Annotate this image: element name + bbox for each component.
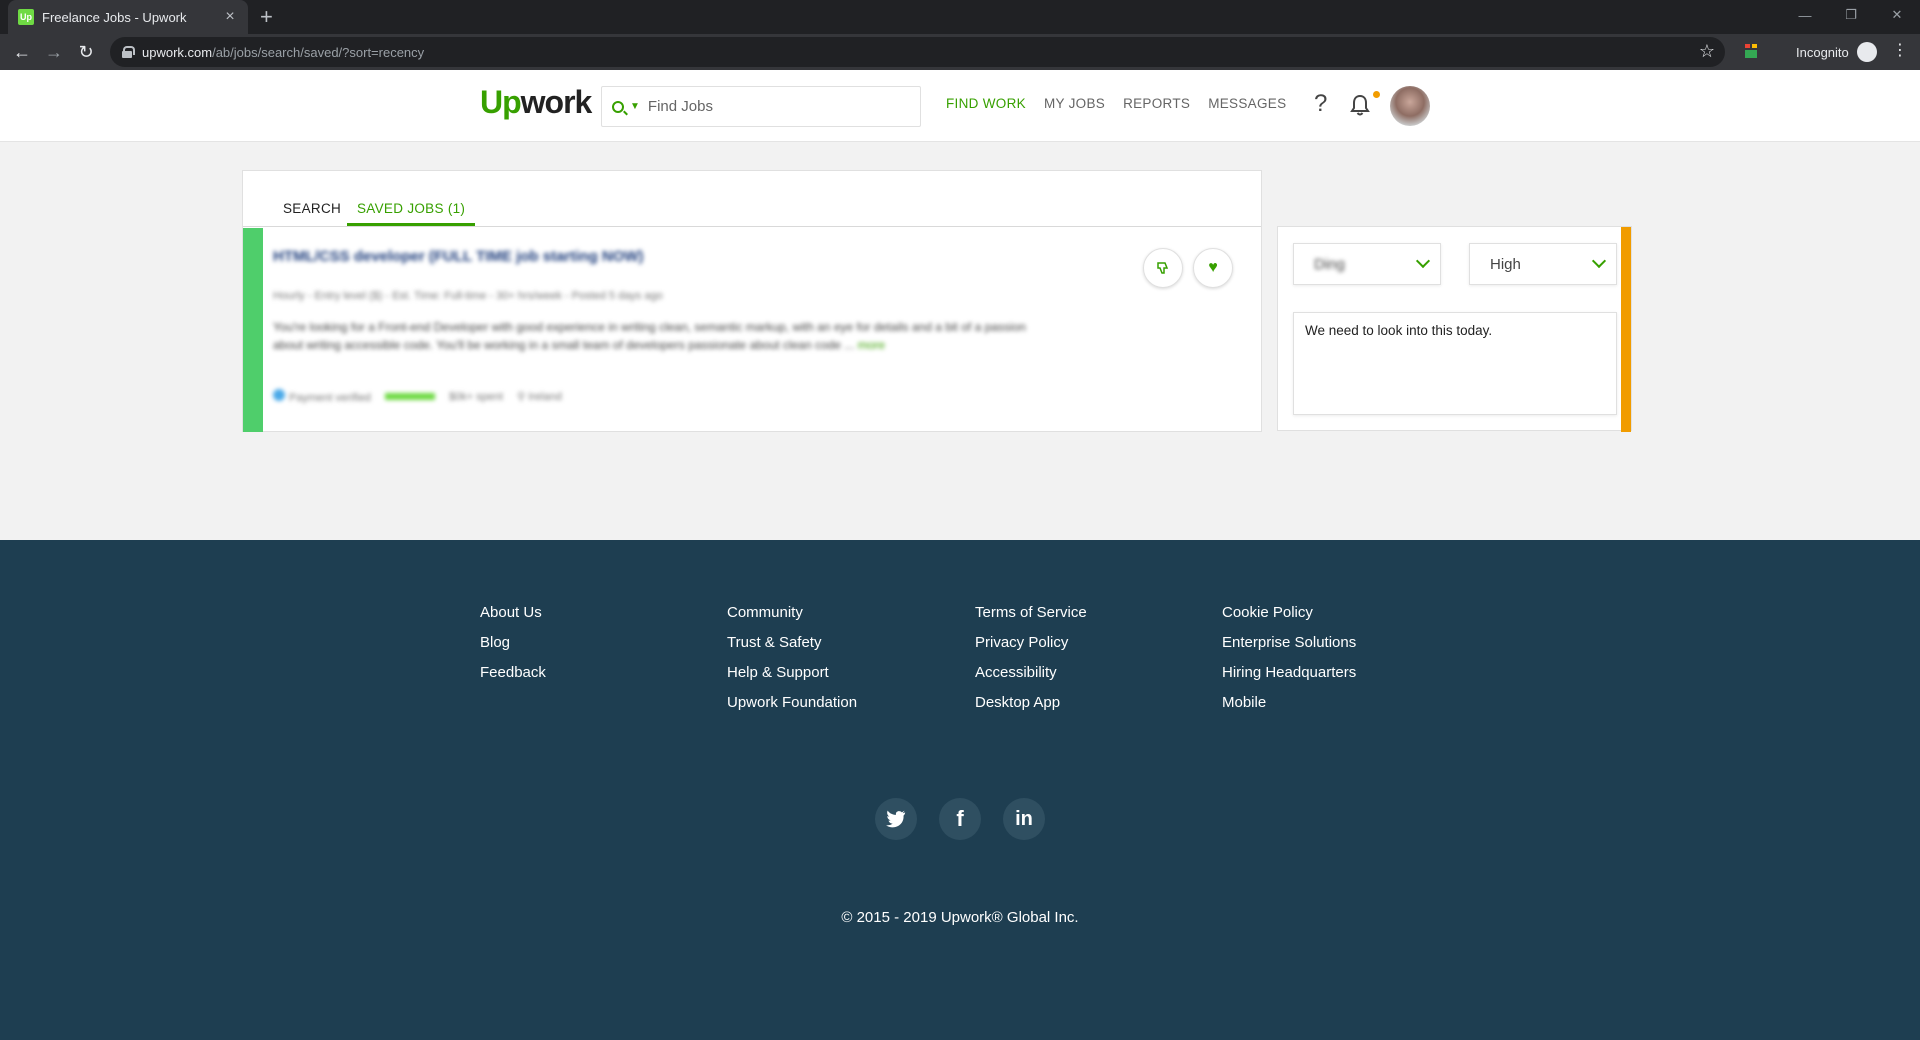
url-path: /ab/jobs/search/saved/?sort=recency [212, 44, 425, 60]
job-tile[interactable]: HTML/CSS developer (FULL TIME job starti… [243, 228, 1261, 432]
status-select[interactable]: Ding [1293, 243, 1441, 285]
avatar[interactable] [1390, 86, 1430, 126]
footer-link-enterprise[interactable]: Enterprise Solutions [1222, 633, 1356, 652]
footer-link-community[interactable]: Community [727, 603, 857, 622]
footer-link-help-support[interactable]: Help & Support [727, 663, 857, 682]
footer-link-cookie[interactable]: Cookie Policy [1222, 603, 1356, 622]
back-icon[interactable]: ← [10, 40, 34, 64]
extension-icon[interactable] [1744, 43, 1758, 59]
incognito-icon [1856, 42, 1877, 62]
saved-jobs-card: SEARCH SAVED JOBS (1) HTML/CSS developer… [242, 170, 1262, 432]
job-meta: Hourly - Entry level ($) - Est. Time: Fu… [273, 290, 663, 302]
site-header: Upwork ▼ FIND WORK MY JOBS REPORTS MESSA… [0, 70, 1920, 142]
site-footer: About Us Blog Feedback Community Trust &… [0, 540, 1920, 1040]
new-tab-icon[interactable]: + [260, 5, 273, 29]
footer-link-feedback[interactable]: Feedback [480, 663, 546, 682]
footer-column-resources: Community Trust & Safety Help & Support … [727, 603, 857, 712]
copyright: © 2015 - 2019 Upwork® Global Inc. [841, 909, 1079, 926]
nav-messages[interactable]: MESSAGES [1208, 96, 1286, 111]
job-title[interactable]: HTML/CSS developer (FULL TIME job starti… [273, 248, 644, 265]
footer-link-about[interactable]: About Us [480, 603, 546, 622]
priority-accent [1621, 227, 1631, 432]
linkedin-icon[interactable]: in [1003, 798, 1045, 840]
verified-icon [273, 389, 285, 401]
footer-link-foundation[interactable]: Upwork Foundation [727, 693, 857, 712]
footer-link-hiring-hq[interactable]: Hiring Headquarters [1222, 663, 1356, 682]
twitter-icon[interactable] [875, 798, 917, 840]
footer-link-blog[interactable]: Blog [480, 633, 546, 652]
search-input[interactable] [647, 98, 908, 115]
footer-column-legal: Terms of Service Privacy Policy Accessib… [975, 603, 1087, 712]
browser-tab[interactable]: Up Freelance Jobs - Upwork × [8, 0, 248, 34]
job-footer: Payment verified $0k+ spent ⚲ Ireland [273, 389, 562, 404]
more-link[interactable]: more [858, 338, 885, 352]
reload-icon[interactable]: ↻ [74, 40, 98, 64]
footer-column-company: About Us Blog Feedback [480, 603, 546, 682]
dislike-button[interactable] [1143, 248, 1183, 288]
chevron-down-icon [1415, 253, 1431, 269]
address-bar[interactable]: upwork.com/ab/jobs/search/saved/?sort=re… [110, 37, 1725, 67]
footer-link-trust-safety[interactable]: Trust & Safety [727, 633, 857, 652]
forward-icon[interactable]: → [42, 40, 66, 64]
bookmark-star-icon[interactable]: ☆ [1699, 41, 1715, 62]
browser-toolbar: ← → ↻ upwork.com/ab/jobs/search/saved/?s… [0, 34, 1920, 70]
find-jobs-search[interactable]: ▼ [601, 86, 921, 127]
restore-icon[interactable]: ❐ [1828, 0, 1874, 30]
minimize-icon[interactable]: — [1782, 0, 1828, 30]
job-status-accent [243, 228, 263, 432]
upwork-logo[interactable]: Upwork [480, 84, 592, 121]
footer-link-accessibility[interactable]: Accessibility [975, 663, 1087, 682]
nav-find-work[interactable]: FIND WORK [946, 96, 1026, 111]
search-icon[interactable] [612, 100, 624, 113]
facebook-icon[interactable]: f [939, 798, 981, 840]
client-spent: $0k+ spent [448, 390, 504, 403]
incognito-indicator[interactable]: Incognito [1796, 42, 1877, 62]
client-location: ⚲ Ireland [517, 391, 562, 403]
nav-my-jobs[interactable]: MY JOBS [1044, 96, 1105, 111]
priority-select[interactable]: High [1469, 243, 1617, 285]
window-controls: — ❐ ✕ [1782, 0, 1920, 34]
nav-reports[interactable]: REPORTS [1123, 96, 1190, 111]
browser-menu-icon[interactable]: ⋮ [1892, 40, 1908, 60]
footer-column-business: Cookie Policy Enterprise Solutions Hirin… [1222, 603, 1356, 712]
footer-link-terms[interactable]: Terms of Service [975, 603, 1087, 622]
thumbs-down-icon [1157, 262, 1169, 274]
footer-link-privacy[interactable]: Privacy Policy [975, 633, 1087, 652]
chevron-down-icon [1591, 253, 1607, 269]
jobs-tabs: SEARCH SAVED JOBS (1) [243, 171, 1261, 227]
priority-value: High [1490, 255, 1521, 273]
footer-link-desktop-app[interactable]: Desktop App [975, 693, 1087, 712]
notification-dot [1373, 91, 1380, 98]
payment-verified: Payment verified [273, 389, 371, 404]
main-nav: FIND WORK MY JOBS REPORTS MESSAGES [946, 96, 1286, 111]
chevron-down-icon[interactable]: ▼ [630, 101, 640, 112]
save-job-button[interactable]: ♥ [1193, 248, 1233, 288]
tab-saved-jobs[interactable]: SAVED JOBS (1) [347, 201, 476, 226]
help-icon[interactable]: ? [1314, 90, 1327, 118]
incognito-label: Incognito [1796, 44, 1849, 60]
tab-search[interactable]: SEARCH [283, 201, 341, 224]
lock-icon [122, 46, 135, 58]
close-window-icon[interactable]: ✕ [1874, 0, 1920, 30]
heart-icon: ♥ [1208, 259, 1218, 276]
job-notes-panel: Ding High We need to look into this toda… [1277, 226, 1632, 432]
job-description: You're looking for a Front-end Developer… [273, 320, 1026, 352]
status-value: Ding [1314, 255, 1345, 273]
upwork-favicon-icon: Up [18, 9, 34, 25]
tab-title: Freelance Jobs - Upwork [42, 9, 187, 25]
rating-stars [384, 393, 435, 400]
footer-link-mobile[interactable]: Mobile [1222, 693, 1356, 712]
note-textarea[interactable]: We need to look into this today. [1293, 312, 1617, 415]
close-tab-icon[interactable]: × [222, 8, 238, 26]
browser-tab-bar: Up Freelance Jobs - Upwork × + — ❐ ✕ [0, 0, 1920, 34]
notification-bell-icon[interactable] [1350, 94, 1370, 116]
url-host: upwork.com [142, 44, 213, 60]
